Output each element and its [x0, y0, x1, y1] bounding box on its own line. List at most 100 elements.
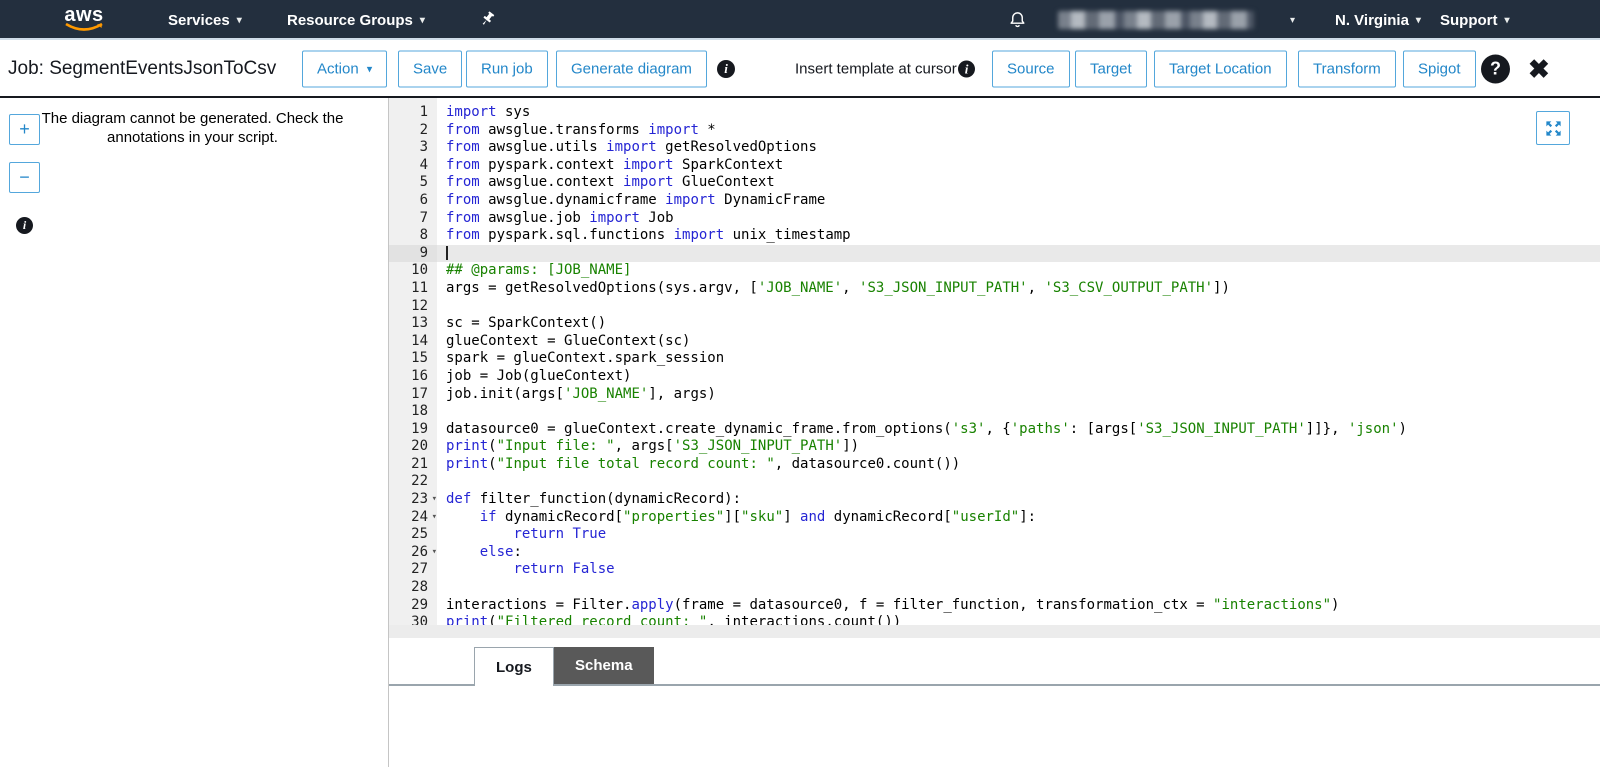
aws-logo-text: aws [64, 7, 103, 23]
line-number: 13 [389, 315, 437, 333]
fold-arrow-icon[interactable]: ▾ [432, 544, 437, 562]
code-line[interactable]: print("Filtered record count: ", interac… [437, 614, 1600, 625]
tab-logs[interactable]: Logs [474, 647, 554, 686]
text-cursor [446, 246, 448, 260]
run-job-button[interactable]: Run job [466, 51, 548, 88]
action-label: Action [317, 61, 359, 78]
line-number: 7 [389, 210, 437, 228]
code-line[interactable]: job.init(args['JOB_NAME'], args) [437, 386, 1600, 404]
line-number: 26▾ [389, 544, 437, 562]
aws-smile-icon [64, 23, 104, 33]
line-number: 22 [389, 473, 437, 491]
editor-gutter: 1234567891011121314151617181920212223▾24… [389, 98, 437, 625]
line-number: 15 [389, 350, 437, 368]
script-editor-column: 1234567891011121314151617181920212223▾24… [389, 98, 1600, 767]
fold-arrow-icon[interactable]: ▾ [432, 491, 437, 509]
line-number: 24▾ [389, 509, 437, 527]
code-line[interactable] [437, 473, 1600, 491]
code-line[interactable] [437, 403, 1600, 421]
tab-schema[interactable]: Schema [554, 647, 654, 684]
target-location-template-button[interactable]: Target Location [1154, 51, 1287, 88]
code-line[interactable]: else: [437, 544, 1600, 562]
close-icon[interactable]: ✖ [1528, 56, 1550, 82]
top-navbar: aws Services ▾ Resource Groups ▾ ▾ [0, 0, 1600, 40]
diagram-error-message: The diagram cannot be generated. Check t… [20, 109, 365, 147]
source-template-button[interactable]: Source [992, 51, 1070, 88]
info-icon[interactable]: i [717, 60, 735, 78]
script-editor[interactable]: 1234567891011121314151617181920212223▾24… [389, 98, 1600, 638]
code-line[interactable]: print("Input file total record count: ",… [437, 456, 1600, 474]
editor-horizontal-scrollbar[interactable] [389, 625, 1600, 638]
editor-code[interactable]: import sysfrom awsglue.transforms import… [437, 98, 1600, 625]
bottom-tab-bar: Logs Schema [389, 646, 1600, 686]
code-line[interactable]: spark = glueContext.spark_session [437, 350, 1600, 368]
line-number: 5 [389, 174, 437, 192]
line-number: 9 [389, 245, 437, 263]
code-line[interactable]: from pyspark.sql.functions import unix_t… [437, 227, 1600, 245]
transform-template-button[interactable]: Transform [1298, 51, 1396, 88]
code-line[interactable]: args = getResolvedOptions(sys.argv, ['JO… [437, 280, 1600, 298]
code-line[interactable]: datasource0 = glueContext.create_dynamic… [437, 421, 1600, 439]
code-line[interactable]: job = Job(glueContext) [437, 368, 1600, 386]
target-template-button[interactable]: Target [1075, 51, 1147, 88]
info-icon[interactable]: i [958, 61, 975, 78]
code-line[interactable]: from awsglue.dynamicframe import Dynamic… [437, 192, 1600, 210]
code-line[interactable]: from awsglue.context import GlueContext [437, 174, 1600, 192]
help-icon[interactable]: ? [1481, 55, 1510, 84]
zoom-out-button[interactable]: − [9, 162, 40, 193]
line-number: 11 [389, 280, 437, 298]
chevron-down-icon: ▾ [1505, 15, 1510, 26]
diagram-panel: The diagram cannot be generated. Check t… [0, 98, 389, 767]
code-line[interactable]: interactions = Filter.apply(frame = data… [437, 597, 1600, 615]
save-button[interactable]: Save [398, 51, 462, 88]
code-line[interactable]: sc = SparkContext() [437, 315, 1600, 333]
code-line[interactable]: print("Input file: ", args['S3_JSON_INPU… [437, 438, 1600, 456]
notification-bell-icon [1008, 10, 1027, 30]
code-line[interactable]: ## @params: [JOB_NAME] [437, 262, 1600, 280]
chevron-down-icon: ▾ [237, 15, 242, 26]
line-number: 8 [389, 227, 437, 245]
nav-resource-groups-label: Resource Groups [287, 12, 413, 29]
nav-region[interactable]: N. Virginia ▾ [1335, 0, 1421, 40]
nav-support[interactable]: Support ▾ [1440, 0, 1510, 40]
code-line[interactable]: return False [437, 561, 1600, 579]
nav-resource-groups[interactable]: Resource Groups ▾ [287, 0, 425, 40]
line-number: 18 [389, 403, 437, 421]
spigot-template-button[interactable]: Spigot [1403, 51, 1476, 88]
action-dropdown-button[interactable]: Action ▾ [302, 51, 387, 88]
code-line[interactable]: glueContext = GlueContext(sc) [437, 333, 1600, 351]
zoom-in-button[interactable]: + [9, 114, 40, 145]
account-menu[interactable]: ▾ [1058, 0, 1295, 40]
generate-diagram-button[interactable]: Generate diagram [556, 51, 707, 88]
content-area: The diagram cannot be generated. Check t… [0, 98, 1600, 767]
line-number: 10 [389, 262, 437, 280]
expand-editor-button[interactable] [1536, 111, 1570, 145]
pushpin-icon [479, 11, 497, 29]
nav-services[interactable]: Services ▾ [168, 0, 242, 40]
line-number: 12 [389, 298, 437, 316]
aws-logo[interactable]: aws [64, 0, 104, 40]
code-line[interactable]: return True [437, 526, 1600, 544]
code-line[interactable]: from pyspark.context import SparkContext [437, 157, 1600, 175]
expand-arrows-icon [1544, 119, 1563, 138]
fold-arrow-icon[interactable]: ▾ [432, 509, 437, 527]
line-number: 21 [389, 456, 437, 474]
line-number: 1 [389, 104, 437, 122]
line-number: 17 [389, 386, 437, 404]
region-label: N. Virginia [1335, 12, 1409, 29]
code-line[interactable]: import sys [437, 104, 1600, 122]
code-line[interactable]: def filter_function(dynamicRecord): [437, 491, 1600, 509]
tab-baseline [389, 684, 1600, 686]
code-line[interactable]: if dynamicRecord["properties"]["sku"] an… [437, 509, 1600, 527]
code-line[interactable] [437, 298, 1600, 316]
code-line[interactable] [437, 579, 1600, 597]
info-icon[interactable]: i [16, 217, 33, 234]
code-line[interactable] [437, 245, 1600, 263]
code-line[interactable]: from awsglue.transforms import * [437, 122, 1600, 140]
account-name-redacted [1058, 11, 1254, 29]
line-number: 19 [389, 421, 437, 439]
nav-pin[interactable] [479, 0, 497, 40]
code-line[interactable]: from awsglue.job import Job [437, 210, 1600, 228]
code-line[interactable]: from awsglue.utils import getResolvedOpt… [437, 139, 1600, 157]
nav-notifications[interactable] [1008, 0, 1027, 40]
